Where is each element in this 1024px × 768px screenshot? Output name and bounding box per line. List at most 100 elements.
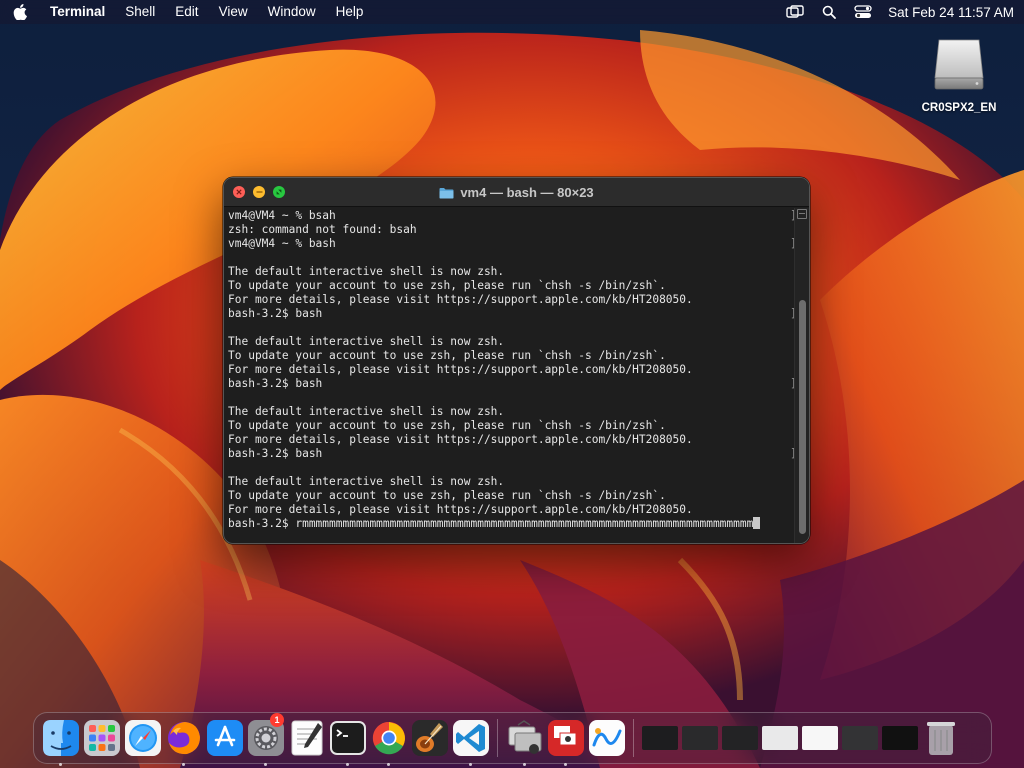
running-indicator (469, 763, 472, 766)
desktop-drive[interactable]: CR0SPX2_EN (912, 34, 1006, 114)
photo-booth-icon[interactable] (545, 716, 586, 766)
terminal-line: bash-3.2$ bash] (228, 447, 794, 461)
menu-bar: Terminal Shell Edit View Window Help Sat… (0, 0, 1024, 24)
menu-app-terminal[interactable]: Terminal (40, 0, 115, 24)
terminal-line: vm4@VM4 ~ % bsah] (228, 209, 794, 223)
dock: 1 (33, 712, 992, 766)
terminal-line: For more details, please visit https://s… (228, 503, 794, 517)
terminal-line-text: bash-3.2$ bash (228, 447, 323, 460)
terminal-line: The default interactive shell is now zsh… (228, 335, 794, 349)
terminal-line: bash-3.2$ bash] (228, 377, 794, 391)
firefox-icon[interactable] (163, 716, 204, 766)
terminal-line-text: The default interactive shell is now zsh… (228, 265, 505, 278)
app-store-icon[interactable] (204, 716, 245, 760)
terminal-line: bash-3.2$ rmmmmmmmmmmmmmmmmmmmmmmmmmmmmm… (228, 517, 794, 531)
apple-menu-icon[interactable] (0, 0, 40, 24)
terminal-line: To update your account to use zsh, pleas… (228, 489, 794, 503)
minimized-window-4[interactable] (762, 716, 799, 760)
terminal-line-text: The default interactive shell is now zsh… (228, 335, 505, 348)
freeform-icon[interactable] (586, 716, 627, 760)
menu-view[interactable]: View (209, 0, 258, 24)
dock-separator (497, 719, 498, 757)
system-settings-icon[interactable]: 1 (245, 713, 286, 766)
terminal-line-text: For more details, please visit https://s… (228, 503, 693, 516)
terminal-line-text: To update your account to use zsh, pleas… (228, 279, 666, 292)
running-indicator (523, 763, 526, 766)
terminal-output[interactable]: vm4@VM4 ~ % bsah]zsh: command not found:… (224, 208, 794, 543)
drive-label: CR0SPX2_EN (921, 102, 997, 114)
safari-icon[interactable] (122, 716, 163, 760)
terminal-line: The default interactive shell is now zsh… (228, 405, 794, 419)
launchpad-icon[interactable] (81, 716, 122, 760)
terminal-line: For more details, please visit https://s… (228, 433, 794, 447)
notification-badge: 1 (270, 713, 284, 727)
minimized-window-3[interactable] (722, 716, 759, 760)
minimized-window-2[interactable] (682, 716, 719, 760)
window-title-text: vm4 — bash — 80×23 (460, 185, 594, 200)
text-cursor (753, 517, 761, 529)
running-indicator (264, 763, 267, 766)
terminal-line: To update your account to use zsh, pleas… (228, 419, 794, 433)
terminal-window[interactable]: vm4 — bash — 80×23 vm4@VM4 ~ % bsah]zsh:… (223, 177, 810, 544)
terminal-line-text: bash-3.2$ bash (228, 307, 323, 320)
close-button[interactable] (233, 186, 245, 198)
terminal-line-text: For more details, please visit https://s… (228, 293, 693, 306)
terminal-line-text: bash-3.2$ rmmmmmmmmmmmmmmmmmmmmmmmmmmmmm… (228, 517, 754, 530)
terminal-line-text: To update your account to use zsh, pleas… (228, 349, 666, 362)
split-pane-icon[interactable] (797, 209, 807, 219)
menu-shell[interactable]: Shell (115, 0, 165, 24)
terminal-line-text: vm4@VM4 ~ % bash (228, 237, 336, 250)
window-title: vm4 — bash — 80×23 (224, 178, 809, 207)
terminal-line: To update your account to use zsh, pleas… (228, 349, 794, 363)
minimized-window-1[interactable] (642, 716, 679, 760)
minimized-window-7[interactable] (882, 716, 919, 760)
scrollbar-thumb[interactable] (799, 300, 806, 534)
minimize-button[interactable] (253, 186, 265, 198)
terminal-line: The default interactive shell is now zsh… (228, 265, 794, 279)
terminal-line-text: To update your account to use zsh, pleas… (228, 419, 666, 432)
terminal-line: To update your account to use zsh, pleas… (228, 279, 794, 293)
trash-icon[interactable] (920, 716, 961, 760)
textedit-icon[interactable] (286, 716, 327, 760)
terminal-icon[interactable] (327, 716, 368, 766)
terminal-line-text: To update your account to use zsh, pleas… (228, 489, 666, 502)
terminal-line: The default interactive shell is now zsh… (228, 475, 794, 489)
menu-clock[interactable]: Sat Feb 24 11:57 AM (880, 5, 1014, 20)
running-indicator (346, 763, 349, 766)
external-drive-icon (934, 39, 984, 90)
terminal-line-text: bash-3.2$ bash (228, 377, 323, 390)
terminal-line: bash-3.2$ bash] (228, 307, 794, 321)
minimized-window-5[interactable] (802, 716, 839, 760)
vscode-icon[interactable] (450, 716, 491, 766)
window-titlebar[interactable]: vm4 — bash — 80×23 (224, 178, 809, 207)
finder-icon[interactable] (40, 716, 81, 766)
minimized-window-6[interactable] (842, 716, 879, 760)
control-center-icon[interactable] (846, 0, 880, 24)
running-indicator (564, 763, 567, 766)
vertical-scrollbar[interactable] (794, 208, 809, 543)
terminal-line: zsh: command not found: bsah (228, 223, 794, 237)
garageband-icon[interactable] (409, 716, 450, 760)
terminal-line-text: vm4@VM4 ~ % bsah (228, 209, 336, 222)
menu-window[interactable]: Window (258, 0, 326, 24)
terminal-line-text: For more details, please visit https://s… (228, 363, 693, 376)
dock-separator (633, 719, 634, 757)
menu-help[interactable]: Help (326, 0, 374, 24)
terminal-line: For more details, please visit https://s… (228, 293, 794, 307)
folder-icon (439, 187, 454, 198)
zoom-button[interactable] (273, 186, 285, 198)
chrome-icon[interactable] (368, 716, 409, 766)
terminal-line-text: For more details, please visit https://s… (228, 433, 693, 446)
terminal-line: vm4@VM4 ~ % bash] (228, 237, 794, 251)
search-icon[interactable] (812, 0, 846, 24)
migration-assistant-icon[interactable] (504, 716, 545, 766)
running-indicator (182, 763, 185, 766)
screen-mirroring-icon[interactable] (778, 0, 812, 24)
terminal-line-text: The default interactive shell is now zsh… (228, 475, 505, 488)
terminal-line: For more details, please visit https://s… (228, 363, 794, 377)
menu-edit[interactable]: Edit (165, 0, 208, 24)
